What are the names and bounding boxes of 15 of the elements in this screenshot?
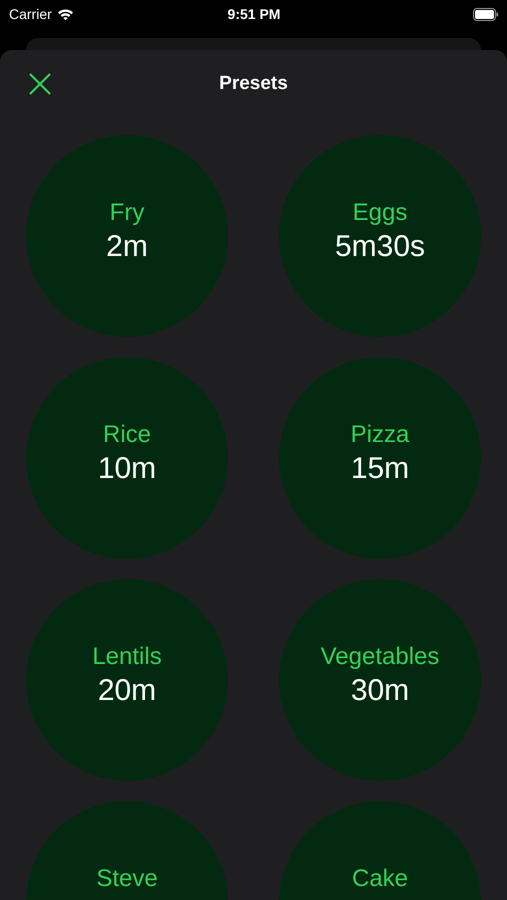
clock-time: 9:51 PM: [228, 6, 280, 22]
preset-button[interactable]: Fry 2m: [26, 135, 228, 337]
preset-button[interactable]: Lentils 20m: [26, 579, 228, 781]
sheet-title: Presets: [218, 73, 289, 95]
preset-button[interactable]: Pizza 15m: [279, 357, 481, 559]
wifi-icon: [56, 8, 74, 20]
close-icon: [27, 71, 53, 97]
battery-icon: [473, 8, 499, 20]
preset-button[interactable]: Vegetables 30m: [279, 579, 481, 781]
close-button[interactable]: [27, 71, 53, 97]
preset-button[interactable]: Steve: [26, 801, 228, 900]
preset-button[interactable]: Cake: [279, 801, 481, 900]
carrier-label: Carrier: [9, 6, 52, 22]
preset-button[interactable]: Rice 10m: [26, 357, 228, 559]
preset-button[interactable]: Eggs 5m30s: [279, 135, 481, 337]
